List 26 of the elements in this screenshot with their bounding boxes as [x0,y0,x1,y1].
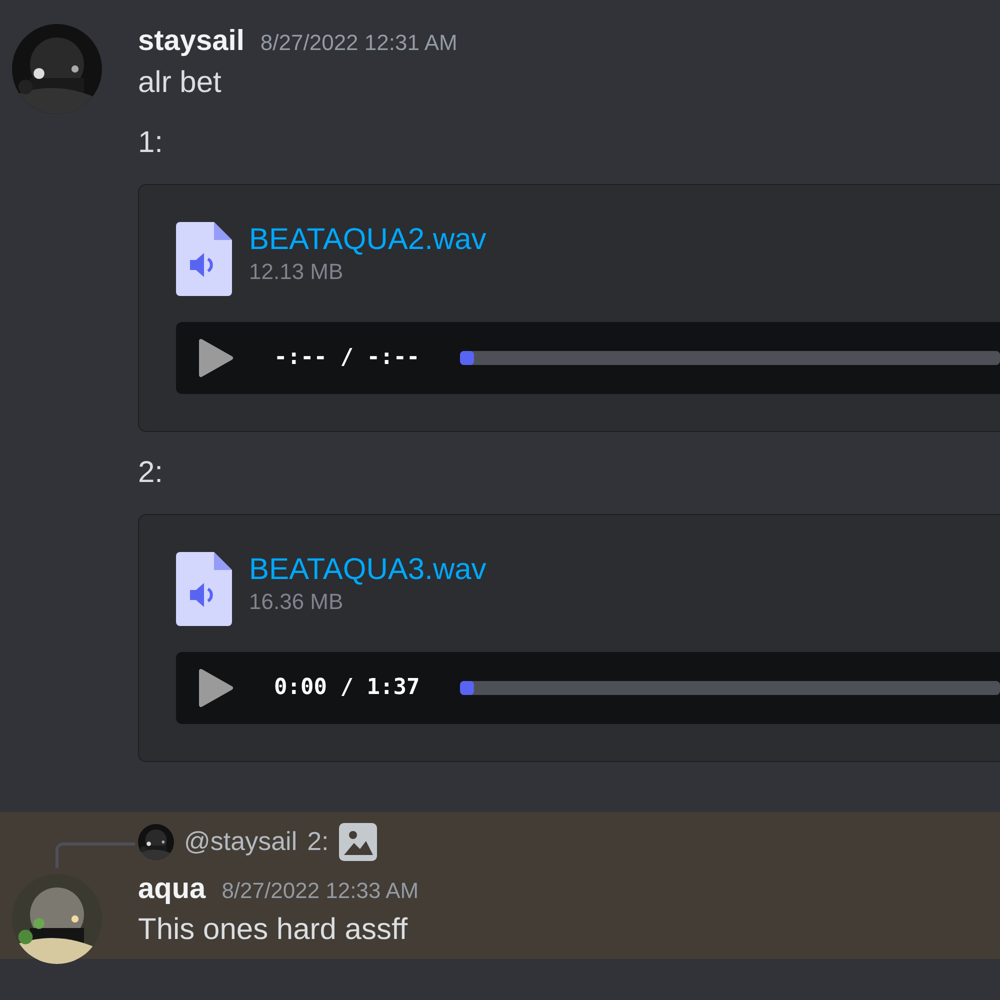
play-icon [198,668,234,708]
time-display: 0:00 / 1:37 [274,674,420,702]
audio-file-icon [176,552,232,626]
file-size: 12.13 MB [249,258,344,286]
username[interactable]: staysail [138,20,244,64]
play-icon [198,338,234,378]
message-text: alr bet [138,64,222,100]
message-text: This ones hard assff [138,912,409,948]
seek-track[interactable] [460,350,1000,364]
seek-track[interactable] [460,680,1000,694]
time-display: -:-- / -:-- [274,344,420,372]
audio-file-icon [176,222,232,296]
reply-author[interactable]: @staysail [184,822,298,861]
message-text: 1: [138,124,164,160]
reply-text: 2: [307,825,329,858]
file-name-link[interactable]: BEATAQUA2.wav [249,222,486,258]
seek-thumb[interactable] [460,680,474,694]
message-text: 2: [138,454,164,490]
play-button[interactable] [198,338,234,378]
username[interactable]: aqua [138,868,206,911]
timestamp: 8/27/2022 12:33 AM [222,876,419,904]
timestamp: 8/27/2022 12:31 AM [260,29,458,57]
seek-thumb[interactable] [460,350,474,364]
file-name-link[interactable]: BEATAQUA3.wav [249,552,486,588]
file-size: 16.36 MB [249,588,344,616]
play-button[interactable] [198,668,234,708]
